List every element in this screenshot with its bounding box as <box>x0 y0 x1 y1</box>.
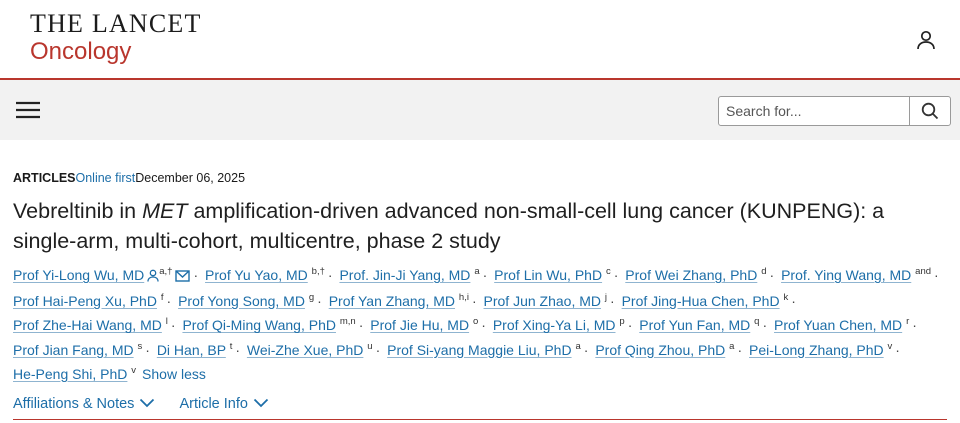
author-link[interactable]: Prof. Ying Wang, MD <box>781 267 911 283</box>
chevron-down-icon <box>139 396 155 412</box>
author-item: Prof Yong Song, MD g <box>178 292 315 310</box>
hamburger-menu-icon[interactable] <box>15 98 41 122</box>
author-item: Prof Xing-Ya Li, MD p <box>492 316 625 334</box>
author-link[interactable]: Prof Hai-Peng Xu, PhD <box>13 293 157 309</box>
author-link[interactable]: Di Han, BP <box>157 342 226 358</box>
author-item: Prof Jun Zhao, MD j <box>483 292 608 310</box>
section-divider <box>13 419 947 420</box>
author-link[interactable]: Prof Yan Zhang, MD <box>329 293 455 309</box>
author-item: Pei-Long Zhang, PhD v <box>749 340 893 358</box>
logo-subtitle: Oncology <box>30 38 132 65</box>
author-link[interactable]: Prof Xing-Ya Li, MD <box>493 317 616 333</box>
logo-title: THE LANCET <box>30 9 202 38</box>
article-type: ARTICLES <box>13 171 76 185</box>
author-link[interactable]: Prof Yun Fan, MD <box>639 317 750 333</box>
author-link[interactable]: Prof Wei Zhang, PhD <box>625 267 757 283</box>
author-item: Prof Yun Fan, MD q <box>639 316 760 334</box>
author-item: Prof Jie Hu, MD o <box>370 316 479 334</box>
author-item: Prof Yuan Chen, MD r <box>774 316 910 334</box>
author-link[interactable]: Wei-Zhe Xue, PhD <box>247 342 363 358</box>
author-list: Prof Yi-Long Wu, MD a,† · Prof Yu Yao, MD … <box>13 266 939 382</box>
author-item: Prof. Ying Wang, MD and <box>781 266 932 283</box>
author-item: Prof Qing Zhou, PhD a <box>595 340 735 358</box>
author-affiliation: a,† <box>159 266 173 277</box>
author-link[interactable]: Prof Qi-Ming Wang, PhD <box>182 317 336 333</box>
affiliations-notes-toggle[interactable]: Affiliations & Notes <box>13 396 155 412</box>
author-link[interactable]: Prof. Jin-Ji Yang, MD <box>339 267 470 283</box>
author-item: Prof Jing-Hua Chen, PhD k <box>621 292 789 310</box>
site-header: THE LANCET Oncology <box>0 0 960 80</box>
author-item: Prof Yan Zhang, MD h,i <box>328 292 469 310</box>
user-icon[interactable] <box>914 28 938 52</box>
nav-bar <box>0 80 960 140</box>
author-item: Prof Zhe-Hai Wang, MD l <box>13 316 168 334</box>
author-link[interactable]: Prof Jun Zhao, MD <box>484 293 602 309</box>
search-box <box>718 96 951 126</box>
article-sections: Affiliations & Notes Article Info <box>13 396 269 412</box>
email-icon[interactable] <box>175 265 191 289</box>
author-link[interactable]: Prof Zhe-Hai Wang, MD <box>13 317 162 333</box>
title-gene-italic: MET <box>142 199 188 223</box>
author-item: Wei-Zhe Xue, PhD u <box>246 340 373 358</box>
article-title: Vebreltinib in MET amplification-driven … <box>13 199 885 253</box>
author-link[interactable]: Prof Jie Hu, MD <box>370 317 469 333</box>
online-first-link[interactable]: Online first <box>76 171 136 185</box>
author-item: Prof Qi-Ming Wang, PhD m,n <box>182 316 356 334</box>
author-item: Prof Jian Fang, MD s <box>13 340 143 358</box>
author-item: He-Peng Shi, PhD v <box>13 364 137 382</box>
author-link[interactable]: Prof Si-yang Maggie Liu, PhD <box>387 342 571 358</box>
article-info-toggle[interactable]: Article Info <box>179 396 269 412</box>
author-item: Prof. Jin-Ji Yang, MD a <box>339 266 480 283</box>
chevron-down-icon <box>253 396 269 412</box>
journal-logo[interactable]: THE LANCET Oncology <box>30 11 202 66</box>
search-icon[interactable] <box>909 97 950 125</box>
author-link[interactable]: Prof Yuan Chen, MD <box>774 317 902 333</box>
author-item: Prof Lin Wu, PhD c <box>494 266 611 283</box>
article-meta: ARTICLESOnline firstDecember 06, 2025 <box>13 170 245 186</box>
author-link[interactable]: Prof Yong Song, MD <box>178 293 305 309</box>
author-link[interactable]: Prof Qing Zhou, PhD <box>595 342 725 358</box>
author-item: Prof Si-yang Maggie Liu, PhD a <box>387 340 581 358</box>
article-info-label: Article Info <box>179 396 248 412</box>
author-link[interactable]: Pei-Long Zhang, PhD <box>749 342 884 358</box>
affiliations-label: Affiliations & Notes <box>13 396 135 412</box>
search-input[interactable] <box>719 97 909 125</box>
author-link[interactable]: Prof Yi-Long Wu, MD <box>13 267 144 283</box>
publication-date: December 06, 2025 <box>135 171 246 185</box>
show-less-link[interactable]: Show less <box>142 366 206 382</box>
author-item: Prof Yu Yao, MD b,† <box>205 266 325 283</box>
author-link[interactable]: Prof Yu Yao, MD <box>205 267 308 283</box>
author-item: Di Han, BP t <box>156 340 233 358</box>
author-item: Prof Wei Zhang, PhD d <box>625 266 767 283</box>
author-item: Prof Yi-Long Wu, MD a,† <box>13 266 191 283</box>
author-link[interactable]: He-Peng Shi, PhD <box>13 366 127 382</box>
author-link[interactable]: Prof Jing-Hua Chen, PhD <box>622 293 780 309</box>
author-link[interactable]: Prof Jian Fang, MD <box>13 342 134 358</box>
author-link[interactable]: Prof Lin Wu, PhD <box>494 267 602 283</box>
author-item: Prof Hai-Peng Xu, PhD f <box>13 292 164 310</box>
person-icon[interactable] <box>147 265 159 289</box>
